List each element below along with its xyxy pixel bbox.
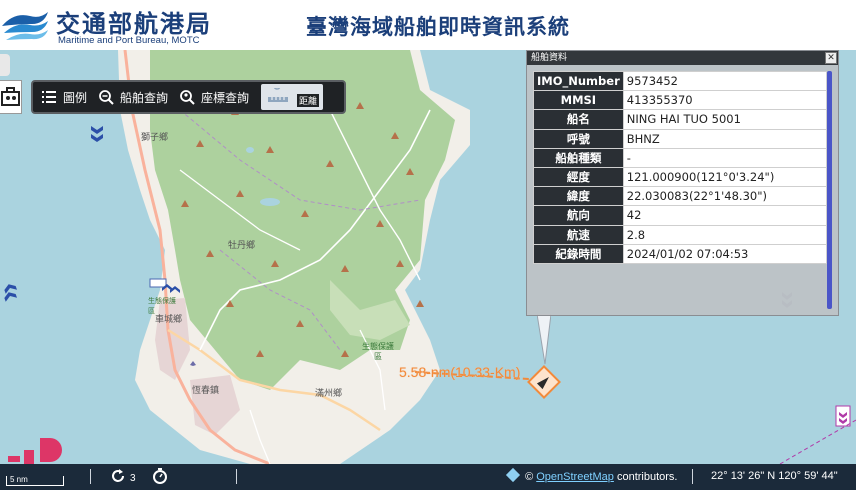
toolbox-icon [1, 87, 20, 106]
map-toolbar: 圖例 船舶查詢 座標查詢 距離 [31, 80, 346, 114]
info-row: MMSI 413355370 [533, 90, 828, 111]
label-shizi: 獅子鄉 [141, 133, 169, 143]
info-key: 船名 [533, 109, 624, 130]
info-row: 經度 121.000900(121°0'3.24") [533, 166, 828, 188]
info-row: 航向 42 [533, 205, 828, 226]
timer-button[interactable] [152, 468, 168, 487]
bureau-logo[interactable]: 交通部航港局 Maritime and Port Bureau, MOTC [0, 2, 240, 48]
info-row: 紀錄時間 2024/01/02 07:04:53 [533, 243, 828, 264]
info-key: MMSI [533, 90, 624, 111]
info-row: 呼號 BHNZ [533, 128, 828, 149]
scale-bar: 5 nm [6, 476, 64, 486]
panel-header: 船舶資料 ✕ [527, 51, 838, 65]
osm-logo-icon [505, 467, 521, 483]
info-key: IMO_Number [533, 70, 624, 92]
info-row: 船舶種類 - [533, 147, 828, 168]
info-value: 2024/01/02 07:04:53 [622, 243, 828, 264]
label-manzhou: 滿州鄉 [315, 389, 343, 399]
info-key: 航向 [533, 205, 624, 226]
label-mudan: 牡丹鄉 [228, 241, 256, 251]
panel-pointer [537, 314, 551, 365]
toolbar-distance-button[interactable]: 距離 [261, 82, 324, 110]
toolbar-vessel-search-label: 船舶查詢 [120, 90, 169, 105]
toolbar-legend-label: 圖例 [63, 90, 88, 105]
info-value: 121.000900(121°0'3.24") [622, 166, 828, 188]
info-row: 船名 NING HAI TUO 5001 [533, 109, 828, 130]
info-row: 航速 2.8 [533, 224, 828, 245]
info-value: 9573452 [622, 70, 828, 92]
info-key: 呼號 [533, 128, 624, 149]
toolbar-distance-label: 距離 [297, 94, 320, 107]
layer-toggle-button[interactable] [0, 80, 22, 114]
attribution-suffix: contributors. [616, 471, 678, 483]
zoom-search-icon [98, 89, 114, 105]
system-title: 臺灣海域船舶即時資訊系統 [306, 15, 570, 39]
wave-logo-icon [2, 12, 48, 40]
divider [90, 469, 91, 484]
info-value: 22.030083(22°1'48.30") [622, 186, 828, 207]
vessel-marker [527, 365, 561, 399]
toolbar-coordinate-search-button[interactable]: 座標查詢 [179, 89, 249, 106]
divider [692, 469, 693, 484]
map-canvas[interactable]: 獅子鄉 牡丹鄉 車城鄉 恆春鎮 滿州鄉 生態保護區 生態保護區 圖例 船舶查詢 [0, 50, 856, 464]
label-reserve: 生態保護區 [362, 342, 394, 361]
refresh-button[interactable] [110, 468, 126, 487]
info-value: 42 [622, 205, 828, 226]
ruler-icon [267, 82, 289, 107]
divider [236, 469, 237, 484]
org-subtitle: Maritime and Port Bureau, MOTC [58, 35, 200, 46]
info-key: 經度 [533, 166, 624, 188]
map-attribution: © OpenStreetMap contributors. [505, 467, 678, 483]
location-search-icon [179, 89, 195, 105]
legend-list-icon [41, 89, 57, 105]
status-bar: 5 nm 3 © OpenStreetMap contributors. 22°… [0, 464, 856, 490]
info-key: 緯度 [533, 186, 624, 207]
info-key: 紀錄時間 [533, 243, 624, 264]
cursor-coordinates: 22° 13' 26" N 120° 59' 44" [711, 470, 838, 482]
vessel-info-panel: 船舶資料 ✕ IMO_Number 9573452 MMSI 413355370 船名 N… [526, 50, 839, 316]
scale-label: 5 nm [10, 475, 28, 484]
info-key: 船舶種類 [533, 147, 624, 168]
toolbar-legend-button[interactable]: 圖例 [41, 89, 87, 106]
info-value: - [622, 147, 828, 168]
attribution-prefix: © [525, 471, 534, 483]
stopwatch-icon [153, 468, 167, 484]
panel-scrollbar[interactable] [827, 71, 832, 309]
vessel-info-table: IMO_Number 9573452 MMSI 413355370 船名 NING HAI… [533, 70, 828, 264]
header: 交通部航港局 Maritime and Port Bureau, MOTC 臺灣… [0, 0, 856, 50]
info-value: 413355370 [622, 90, 828, 111]
refresh-count: 3 [130, 473, 136, 484]
purple-vessel-icon [835, 405, 851, 427]
info-row: 緯度 22.030083(22°1'48.30") [533, 186, 828, 207]
toolbar-vessel-search-button[interactable]: 船舶查詢 [98, 89, 168, 106]
refresh-icon [112, 469, 124, 482]
close-icon[interactable]: ✕ [825, 52, 837, 64]
info-row: IMO_Number 9573452 [533, 70, 828, 92]
distance-label: 5.58-nm(10.33-Km) [399, 364, 520, 380]
panel-title: 船舶資料 [531, 53, 568, 63]
info-key: 航速 [533, 224, 624, 245]
label-reserve-west: 生態保護區 [148, 297, 176, 315]
org-name: 交通部航港局 [56, 10, 212, 38]
toolbar-coordinate-search-label: 座標查詢 [201, 90, 250, 105]
label-hengchun: 恆春鎮 [192, 386, 220, 396]
info-value: 2.8 [622, 224, 828, 245]
info-value: BHNZ [622, 128, 828, 149]
info-value: NING HAI TUO 5001 [622, 109, 828, 130]
distance-text: 5.58-nm(10.33-Km) [399, 364, 521, 380]
side-handle[interactable] [0, 54, 10, 76]
osm-link[interactable]: OpenStreetMap [536, 471, 614, 483]
